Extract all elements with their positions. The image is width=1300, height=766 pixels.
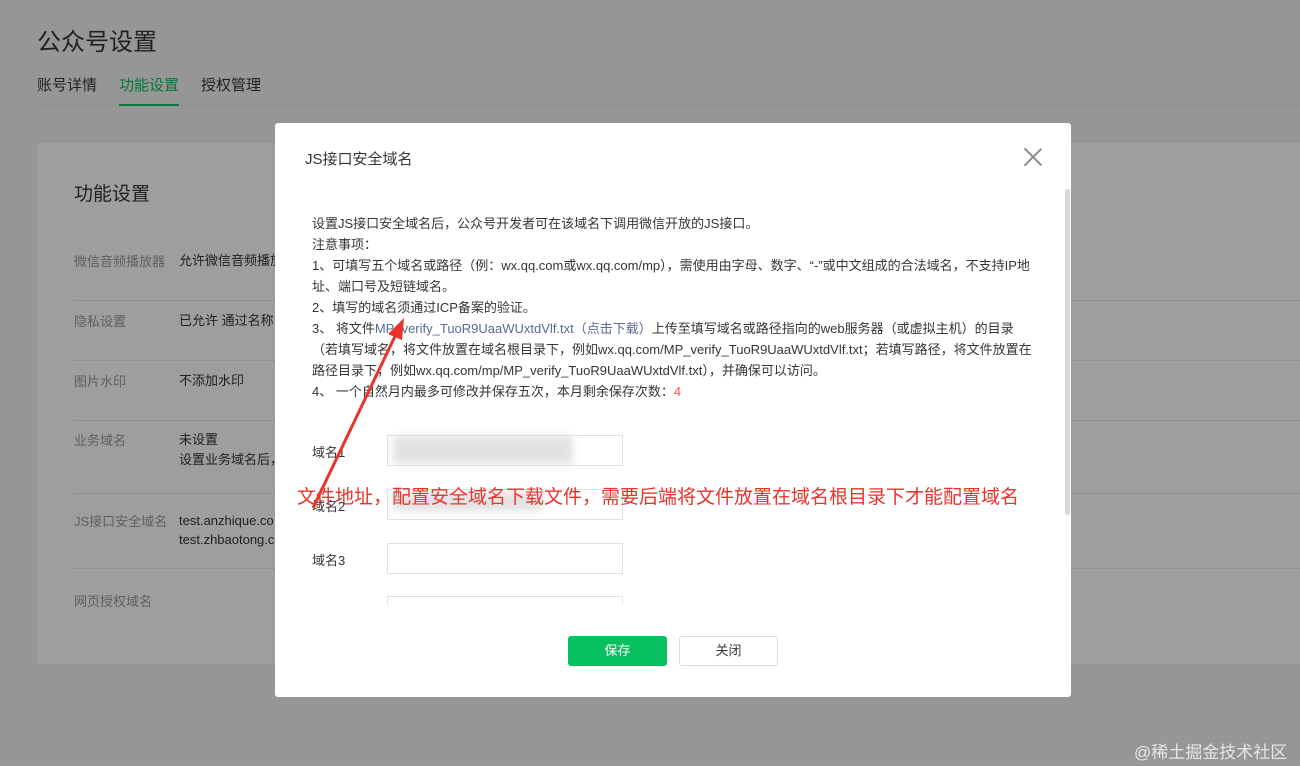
watermark-text: @稀土掘金技术社区 bbox=[1134, 743, 1288, 762]
annotation-text: 文件地址，配置安全域名下载文件，需要后端将文件放置在域名根目录下才能配置域名 bbox=[297, 487, 1020, 508]
annotation-arrow bbox=[311, 318, 404, 509]
